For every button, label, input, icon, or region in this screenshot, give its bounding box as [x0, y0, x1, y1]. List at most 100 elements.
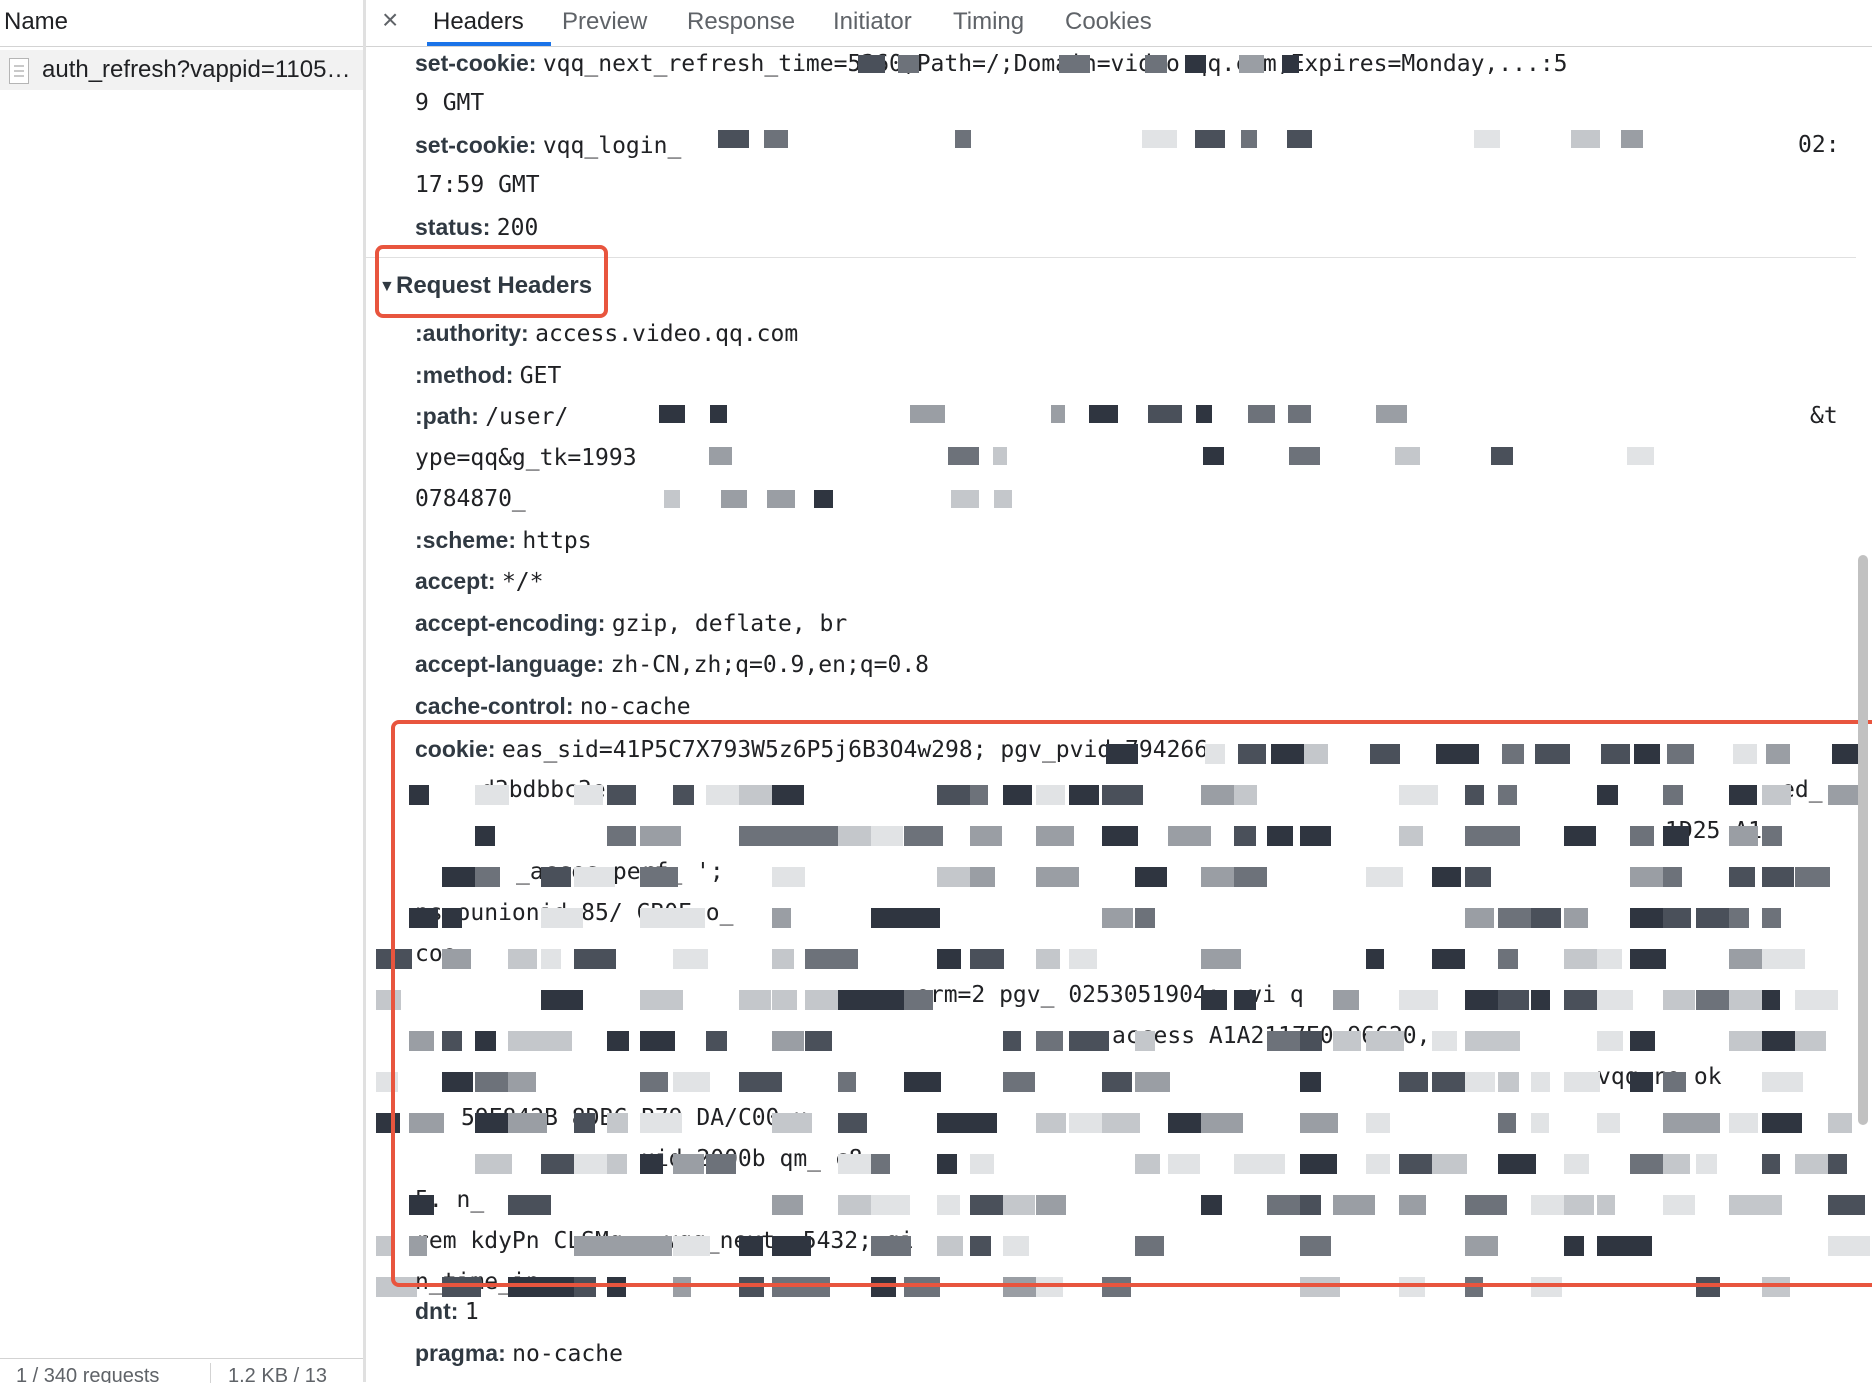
- annotation-box-title: [375, 245, 608, 318]
- header-name: cache-control:: [415, 693, 574, 719]
- close-icon[interactable]: ×: [382, 4, 398, 36]
- header-name: accept-encoding:: [415, 610, 606, 636]
- name-column-label: Name: [4, 8, 69, 35]
- header-value: vqq_login_: [542, 133, 682, 159]
- redaction-block: [1621, 130, 1643, 148]
- header-value: 1: [464, 1299, 479, 1325]
- redaction-block: [948, 447, 979, 465]
- header-method: :method: GET: [415, 362, 561, 389]
- tab-response[interactable]: Response: [687, 8, 795, 36]
- header-value-end: 02:: [1798, 132, 1840, 158]
- header-value: https: [522, 528, 592, 554]
- redaction-block: [1376, 405, 1407, 423]
- header-value: /user/: [485, 404, 569, 430]
- header-value: zh-CN,zh;q=0.9,en;q=0.8: [610, 652, 930, 678]
- redaction-block: [814, 490, 833, 508]
- header-value: vqq_next_refresh_time=5360;Path=/;Domain…: [542, 51, 1568, 77]
- redaction-block: [659, 405, 685, 423]
- header-name: set-cookie:: [415, 50, 537, 76]
- details-tabbar: × Headers Preview Response Initiator Tim…: [366, 0, 1872, 47]
- redaction-block: [767, 490, 795, 508]
- header-set-cookie-2: set-cookie: vqq_login_: [415, 132, 681, 159]
- redaction-block: [1571, 130, 1600, 148]
- header-name: pragma:: [415, 1340, 506, 1366]
- request-row[interactable]: auth_refresh?vappid=1105…: [0, 50, 363, 90]
- annotation-box-cookie: [391, 720, 1872, 1287]
- redaction-block: [1089, 405, 1118, 423]
- header-value: 200: [496, 215, 539, 241]
- redaction-block: [721, 490, 747, 508]
- transfer-size: 1.2 KB / 13: [228, 1365, 327, 1383]
- redaction-block: [1203, 447, 1224, 465]
- redaction-block: [1148, 405, 1182, 423]
- redaction-block: [994, 490, 1012, 508]
- tab-cookies[interactable]: Cookies: [1065, 8, 1152, 36]
- redaction-block: [1059, 55, 1090, 73]
- active-tab-indicator: [427, 42, 551, 46]
- redaction-block: [1282, 55, 1299, 73]
- header-name: :scheme:: [415, 527, 516, 553]
- details-panel: × Headers Preview Response Initiator Tim…: [366, 0, 1872, 1382]
- header-pragma: pragma: no-cache: [415, 1340, 623, 1367]
- requests-panel: Name auth_refresh?vappid=1105… 1 / 340 r…: [0, 0, 363, 1383]
- header-dnt: dnt: 1: [415, 1298, 479, 1325]
- header-cache-control: cache-control: no-cache: [415, 693, 691, 720]
- redaction-block: [664, 490, 680, 508]
- redaction-block: [1142, 130, 1177, 148]
- redaction-block: [1185, 55, 1206, 73]
- footer-divider: [210, 1363, 211, 1383]
- redaction-block: [1195, 130, 1225, 148]
- redaction-block: [1241, 130, 1257, 148]
- header-continuation: 0784870_: [415, 486, 526, 512]
- redaction-block: [1474, 130, 1500, 148]
- redaction-block: [1196, 405, 1212, 423]
- header-name: :method:: [415, 362, 514, 388]
- header-continuation: 17:59 GMT: [415, 172, 540, 198]
- header-authority: :authority: access.video.qq.com: [415, 320, 798, 347]
- header-name: dnt:: [415, 1298, 459, 1324]
- redaction-block: [718, 130, 749, 148]
- redaction-block: [951, 490, 979, 508]
- redaction-block: [993, 447, 1007, 465]
- header-name: set-cookie:: [415, 132, 537, 158]
- header-name: :authority:: [415, 320, 529, 346]
- name-column-header[interactable]: Name: [0, 0, 363, 47]
- header-accept-language: accept-language: zh-CN,zh;q=0.9,en;q=0.8: [415, 651, 929, 678]
- header-value: no-cache: [579, 694, 691, 720]
- header-status: status: 200: [415, 214, 538, 241]
- redaction-block: [858, 55, 885, 73]
- header-value: access.video.qq.com: [535, 321, 799, 347]
- redaction-block: [1289, 447, 1320, 465]
- redaction-block: [710, 405, 727, 423]
- status-footer: 1 / 340 requests 1.2 KB / 13: [0, 1358, 363, 1383]
- header-value-end: &t: [1810, 403, 1838, 429]
- redaction-block: [910, 405, 945, 423]
- header-accept-encoding: accept-encoding: gzip, deflate, br: [415, 610, 847, 637]
- header-name: status:: [415, 214, 491, 240]
- request-name[interactable]: auth_refresh?vappid=1105…: [42, 56, 350, 84]
- redaction-block: [1287, 130, 1312, 148]
- redaction-block: [1627, 447, 1654, 465]
- header-name: accept:: [415, 568, 496, 594]
- tab-headers[interactable]: Headers: [433, 8, 524, 36]
- scrollbar-thumb[interactable]: [1858, 555, 1868, 1125]
- redaction-block: [898, 55, 919, 73]
- redaction-block: [1288, 405, 1311, 423]
- redaction-block: [1395, 447, 1420, 465]
- request-count: 1 / 340 requests: [16, 1365, 160, 1383]
- tab-preview[interactable]: Preview: [562, 8, 647, 36]
- header-continuation: ype=qq&g_tk=1993: [415, 445, 637, 471]
- header-value: GET: [519, 363, 562, 389]
- header-accept: accept: */*: [415, 568, 543, 595]
- header-value: */*: [501, 569, 544, 595]
- header-scheme: :scheme: https: [415, 527, 592, 554]
- redaction-block: [1145, 55, 1167, 73]
- tab-initiator[interactable]: Initiator: [833, 8, 912, 36]
- header-continuation: 9 GMT: [415, 90, 485, 116]
- header-name: :path:: [415, 403, 479, 429]
- tab-timing[interactable]: Timing: [953, 8, 1024, 36]
- redaction-block: [1248, 405, 1275, 423]
- header-value: no-cache: [512, 1341, 623, 1367]
- redaction-block: [709, 447, 732, 465]
- header-name: accept-language:: [415, 651, 605, 677]
